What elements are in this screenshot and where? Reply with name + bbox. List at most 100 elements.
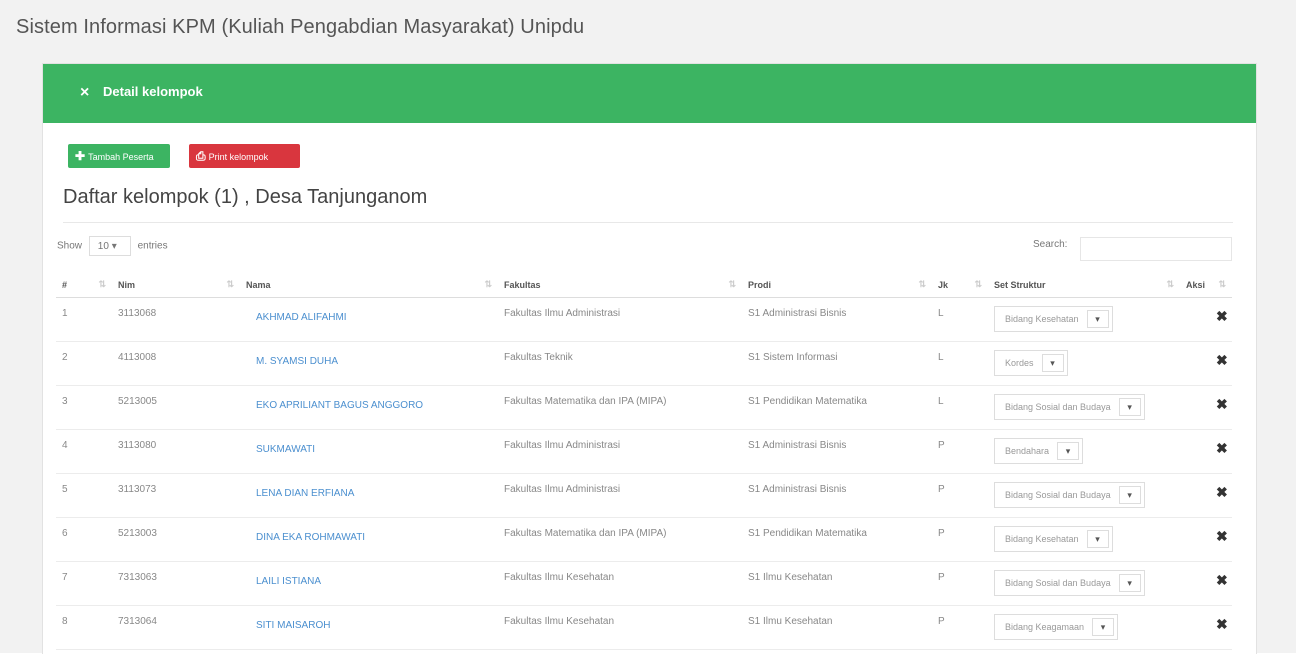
struktur-select[interactable]: Bidang Sosial dan Budaya ▾ xyxy=(994,570,1145,596)
row-nama-link[interactable]: LAILI ISTIANA xyxy=(240,561,498,606)
row-nim: 5213003 xyxy=(112,517,240,562)
chevron-down-icon[interactable]: ▾ xyxy=(1118,398,1141,416)
column-header-prodi[interactable]: Prodi ⇅ xyxy=(742,273,932,298)
delete-icon[interactable]: ✖ xyxy=(1186,396,1228,413)
column-header-set-struktur[interactable]: Set Struktur ⇅ xyxy=(988,273,1180,298)
chevron-down-icon[interactable]: ▾ xyxy=(1086,310,1109,328)
row-number: 6 xyxy=(56,517,112,562)
delete-icon[interactable]: ✖ xyxy=(1186,616,1228,633)
row-aksi-cell: ✖ xyxy=(1180,605,1232,650)
add-participant-button[interactable]: ✚ Tambah Peserta xyxy=(68,144,170,168)
plus-icon: ✚ xyxy=(75,149,86,163)
row-jk: L xyxy=(932,341,988,386)
row-prodi: S1 Administrasi Bisnis xyxy=(742,473,932,518)
column-header-jk[interactable]: Jk ⇅ xyxy=(932,273,988,298)
row-aksi-cell: ✖ xyxy=(1180,341,1232,386)
show-label: Show xyxy=(57,240,83,252)
row-aksi-cell: ✖ xyxy=(1180,473,1232,518)
row-fakultas: Fakultas Ilmu Administrasi xyxy=(498,473,742,518)
row-nama-link[interactable]: M. SYAMSI DUHA xyxy=(240,341,498,386)
table-row: 6 5213003 DINA EKA ROHMAWATI Fakultas Ma… xyxy=(56,517,1232,562)
delete-icon[interactable]: ✖ xyxy=(1186,440,1228,457)
column-header-nim[interactable]: Nim ⇅ xyxy=(112,273,240,298)
page-size-select[interactable]: 10 ▾ xyxy=(88,236,131,256)
row-aksi-cell: ✖ xyxy=(1180,517,1232,562)
delete-icon[interactable]: ✖ xyxy=(1186,352,1228,369)
chevron-down-icon[interactable]: ▾ xyxy=(1092,618,1115,636)
column-header-no[interactable]: # ⇅ xyxy=(56,273,112,298)
struktur-value: Bidang Kesehatan xyxy=(1005,534,1079,544)
row-fakultas: Fakultas Ilmu Kesehatan xyxy=(498,561,742,606)
row-fakultas: Fakultas Teknik xyxy=(498,341,742,386)
row-nama-link[interactable]: EKO APRILIANT BAGUS ANGGORO xyxy=(240,385,498,430)
chevron-down-icon[interactable]: ▾ xyxy=(1118,574,1141,592)
row-prodi: S1 Pendidikan Matematika xyxy=(742,385,932,430)
chevron-down-icon[interactable]: ▾ xyxy=(1118,486,1141,504)
delete-icon[interactable]: ✖ xyxy=(1186,308,1228,325)
row-aksi-cell: ✖ xyxy=(1180,297,1232,342)
row-nim: 4113008 xyxy=(112,341,240,386)
chevron-down-icon[interactable]: ▾ xyxy=(1086,530,1109,548)
row-fakultas: Fakultas Ilmu Administrasi xyxy=(498,297,742,342)
struktur-select[interactable]: Kordes ▾ xyxy=(994,350,1068,376)
row-aksi-cell: ✖ xyxy=(1180,385,1232,430)
struktur-value: Kordes xyxy=(1005,358,1034,368)
struktur-select[interactable]: Bendahara ▾ xyxy=(994,438,1084,464)
divider xyxy=(63,222,1233,223)
struktur-value: Bendahara xyxy=(1005,446,1050,456)
print-group-label: Print kelompok xyxy=(208,152,269,162)
row-nama-link[interactable]: SUKMAWATI xyxy=(240,429,498,474)
delete-icon[interactable]: ✖ xyxy=(1186,528,1228,545)
row-struktur-cell: Bidang Sosial dan Budaya ▾ xyxy=(988,561,1180,606)
chevron-down-icon[interactable]: ▾ xyxy=(1057,442,1080,460)
struktur-select[interactable]: Bidang Keagamaan ▾ xyxy=(994,614,1119,640)
row-jk: L xyxy=(932,385,988,430)
row-nama-link[interactable]: SITI MAISAROH xyxy=(240,605,498,650)
column-header-fakultas[interactable]: Fakultas ⇅ xyxy=(498,273,742,298)
row-nim: 5213005 xyxy=(112,385,240,430)
row-fakultas: Fakultas Ilmu Kesehatan xyxy=(498,605,742,650)
row-nim: 3113080 xyxy=(112,429,240,474)
row-jk: L xyxy=(932,297,988,342)
row-jk: P xyxy=(932,473,988,518)
print-group-button[interactable]: ⎙ Print kelompok xyxy=(189,144,300,168)
struktur-value: Bidang Kesehatan xyxy=(1005,314,1079,324)
row-struktur-cell: Bidang Sosial dan Budaya ▾ xyxy=(988,473,1180,518)
delete-icon[interactable]: ✖ xyxy=(1186,484,1228,501)
app-title: Sistem Informasi KPM (Kuliah Pengabdian … xyxy=(16,16,585,38)
row-number: 2 xyxy=(56,341,112,386)
row-number: 4 xyxy=(56,429,112,474)
row-fakultas: Fakultas Matematika dan IPA (MIPA) xyxy=(498,517,742,562)
struktur-select[interactable]: Bidang Sosial dan Budaya ▾ xyxy=(994,482,1145,508)
column-header-aksi[interactable]: Aksi ⇅ xyxy=(1180,273,1232,298)
print-icon: ⎙ xyxy=(196,149,206,163)
row-number: 5 xyxy=(56,473,112,518)
row-nim: 3113068 xyxy=(112,297,240,342)
row-nama-link[interactable]: DINA EKA ROHMAWATI xyxy=(240,517,498,562)
row-jk: P xyxy=(932,517,988,562)
row-number: 1 xyxy=(56,297,112,342)
search-label: Search: xyxy=(1033,239,1068,250)
search-input[interactable] xyxy=(1080,237,1232,261)
delete-icon[interactable]: ✖ xyxy=(1186,572,1228,589)
table-row: 3 5213005 EKO APRILIANT BAGUS ANGGORO Fa… xyxy=(56,385,1232,430)
row-nama-link[interactable]: LENA DIAN ERFIANA xyxy=(240,473,498,518)
close-icon[interactable]: × xyxy=(80,84,89,102)
participants-table: # ⇅ Nim ⇅ Nama ⇅ Fakultas ⇅ Prodi ⇅ Jk ⇅ Set S… xyxy=(56,273,1232,650)
row-number: 3 xyxy=(56,385,112,430)
struktur-select[interactable]: Bidang Kesehatan ▾ xyxy=(994,306,1113,332)
page-size-control: Show 10 ▾ entries xyxy=(57,236,168,256)
detail-panel: × Detail kelompok ✚ Tambah Peserta ⎙ Print… xyxy=(42,63,1257,654)
row-struktur-cell: Bidang Kesehatan ▾ xyxy=(988,297,1180,342)
row-nim: 7313063 xyxy=(112,561,240,606)
row-struktur-cell: Bidang Keagamaan ▾ xyxy=(988,605,1180,650)
struktur-value: Bidang Sosial dan Budaya xyxy=(1005,402,1111,412)
struktur-select[interactable]: Bidang Kesehatan ▾ xyxy=(994,526,1113,552)
row-jk: P xyxy=(932,429,988,474)
struktur-select[interactable]: Bidang Sosial dan Budaya ▾ xyxy=(994,394,1145,420)
table-row: 7 7313063 LAILI ISTIANA Fakultas Ilmu Ke… xyxy=(56,561,1232,606)
column-header-nama[interactable]: Nama ⇅ xyxy=(240,273,498,298)
panel-header: × Detail kelompok xyxy=(43,64,1256,123)
chevron-down-icon[interactable]: ▾ xyxy=(1041,354,1064,372)
row-nama-link[interactable]: AKHMAD ALIFAHMI xyxy=(240,297,498,342)
